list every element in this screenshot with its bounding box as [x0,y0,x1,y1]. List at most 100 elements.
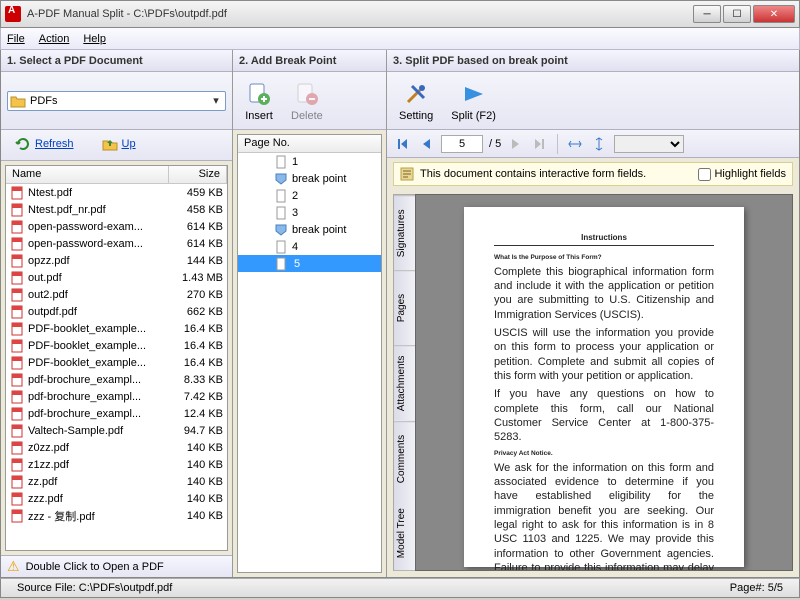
side-tab-comments[interactable]: Comments [394,421,415,496]
page-node[interactable]: 5 [238,255,381,272]
file-row[interactable]: open-password-exam...614 KB [6,235,227,252]
pdf-icon [10,390,24,404]
file-row[interactable]: open-password-exam...614 KB [6,218,227,235]
page-icon [274,189,288,203]
file-name: out.pdf [28,272,169,284]
page-node[interactable]: 3 [238,204,381,221]
page-total: / 5 [489,138,501,150]
file-name: pdf-brochure_exampl... [28,408,169,420]
break-point-node[interactable]: break point [238,170,381,187]
file-size: 16.4 KB [169,323,223,335]
file-row[interactable]: pdf-brochure_exampl...8.33 KB [6,371,227,388]
menu-action[interactable]: Action [39,33,70,45]
file-row[interactable]: PDF-booklet_example...16.4 KB [6,354,227,371]
split-button[interactable]: Split (F2) [445,78,502,124]
zoom-select[interactable] [614,135,684,153]
file-row[interactable]: PDF-booklet_example...16.4 KB [6,320,227,337]
pdf-icon [10,492,24,506]
file-list[interactable]: Ntest.pdf459 KBNtest.pdf_nr.pdf458 KBope… [6,184,227,550]
window-title: A-PDF Manual Split - C:\PDFs\outpdf.pdf [27,8,693,20]
file-name: PDF-booklet_example... [28,357,169,369]
menu-file[interactable]: File [7,33,25,45]
pdf-icon [10,407,24,421]
fit-width-button[interactable] [566,135,584,153]
status-source: Source File: C:\PDFs\outpdf.pdf [9,582,180,594]
chevron-down-icon: ▾ [209,94,223,107]
file-name: open-password-exam... [28,238,169,250]
first-page-button[interactable] [393,135,411,153]
pdf-icon [10,305,24,319]
col-name[interactable]: Name [6,166,169,183]
up-button[interactable]: Up [98,134,140,154]
file-row[interactable]: z0zz.pdf140 KB [6,439,227,456]
file-size: 614 KB [169,238,223,250]
file-list-header: Name Size [6,166,227,184]
file-row[interactable]: outpdf.pdf662 KB [6,303,227,320]
refresh-icon [15,136,31,152]
pdf-icon [10,509,24,523]
refresh-button[interactable]: Refresh [11,134,78,154]
file-row[interactable]: Valtech-Sample.pdf94.7 KB [6,422,227,439]
file-size: 144 KB [169,255,223,267]
pdf-icon [10,322,24,336]
side-tab-attachments[interactable]: Attachments [394,345,415,420]
pdf-viewport[interactable]: Instructions What Is the Purpose of This… [415,194,793,571]
prev-page-button[interactable] [417,135,435,153]
panel1-title: 1. Select a PDF Document [1,50,232,72]
file-name: out2.pdf [28,289,169,301]
side-tab-model-tree[interactable]: Model Tree [394,496,415,570]
status-page: Page#: 5/5 [722,582,791,594]
pdf-icon [10,254,24,268]
file-row[interactable]: z1zz.pdf140 KB [6,456,227,473]
file-row[interactable]: zz.pdf140 KB [6,473,227,490]
pdf-icon [10,288,24,302]
page-tree[interactable]: Page No. 1break point23break point45 [237,134,382,573]
pdf-icon [10,186,24,200]
page-node[interactable]: 1 [238,153,381,170]
maximize-button[interactable]: ☐ [723,5,751,23]
setting-button[interactable]: Setting [393,78,439,124]
fit-height-button[interactable] [590,135,608,153]
file-row[interactable]: out.pdf1.43 MB [6,269,227,286]
close-button[interactable]: ✕ [753,5,795,23]
break-point-node[interactable]: break point [238,221,381,238]
statusbar: Source File: C:\PDFs\outpdf.pdf Page#: 5… [0,578,800,598]
file-name: PDF-booklet_example... [28,340,169,352]
last-page-button[interactable] [531,135,549,153]
page-icon [274,240,288,254]
file-size: 140 KB [169,476,223,488]
pdf-icon [10,458,24,472]
file-size: 140 KB [169,493,223,505]
file-row[interactable]: zzz.pdf140 KB [6,490,227,507]
side-tab-signatures[interactable]: Signatures [394,195,415,270]
file-size: 614 KB [169,221,223,233]
page-node[interactable]: 4 [238,238,381,255]
folder-name: PDFs [30,95,58,107]
highlight-fields-checkbox[interactable]: Highlight fields [698,168,786,181]
next-page-button[interactable] [507,135,525,153]
file-size: 16.4 KB [169,340,223,352]
file-row[interactable]: Ntest.pdf459 KB [6,184,227,201]
form-fields-message: This document contains interactive form … [393,162,793,186]
insert-button[interactable]: Insert [239,78,279,124]
file-name: pdf-brochure_exampl... [28,391,169,403]
col-size[interactable]: Size [169,166,227,183]
folder-selector[interactable]: PDFs ▾ [7,91,226,111]
pdf-icon [10,424,24,438]
file-size: 140 KB [169,459,223,471]
menu-help[interactable]: Help [83,33,106,45]
page-node[interactable]: 2 [238,187,381,204]
file-row[interactable]: zzz - 复制.pdf140 KB [6,507,227,524]
file-row[interactable]: Ntest.pdf_nr.pdf458 KB [6,201,227,218]
minimize-button[interactable]: ─ [693,5,721,23]
file-row[interactable]: PDF-booklet_example...16.4 KB [6,337,227,354]
page-input[interactable] [441,135,483,153]
pdf-side-tabs: SignaturesPagesAttachmentsCommentsModel … [393,194,415,571]
file-row[interactable]: out2.pdf270 KB [6,286,227,303]
app-icon [5,6,21,22]
side-tab-pages[interactable]: Pages [394,270,415,345]
delete-button: Delete [285,78,329,124]
file-row[interactable]: opzz.pdf144 KB [6,252,227,269]
file-row[interactable]: pdf-brochure_exampl...7.42 KB [6,388,227,405]
file-row[interactable]: pdf-brochure_exampl...12.4 KB [6,405,227,422]
